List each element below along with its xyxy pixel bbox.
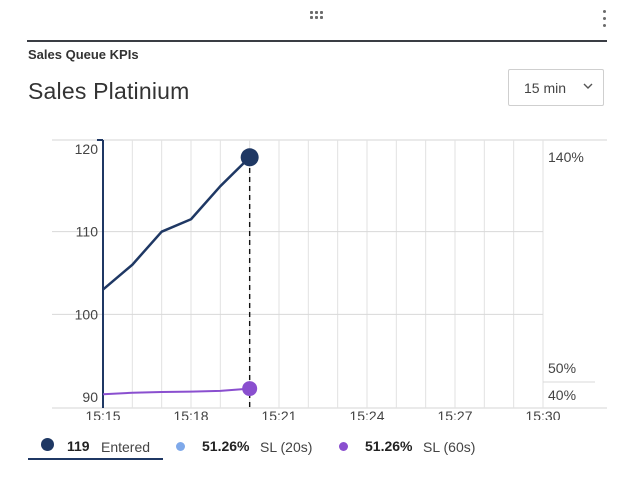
x-tick-label: 15:21 [261, 408, 296, 420]
interval-dropdown[interactable]: 15 min [508, 69, 604, 106]
drag-handle-icon[interactable] [310, 11, 326, 23]
y-left-tick-label: 90 [82, 389, 98, 405]
kpi-line-chart: 90 100 110 120 40% 50% 140% 15:15 15:18 15:21 15:2… [52, 139, 607, 420]
legend-value-entered: 119 [67, 438, 90, 454]
x-tick-label: 15:15 [85, 408, 120, 420]
legend-label-sl20: SL (20s) [260, 439, 313, 455]
y-left-tick-label: 120 [75, 141, 99, 157]
legend-item-sl20[interactable]: 51.26% SL (20s) [172, 430, 322, 458]
x-tick-label: 15:18 [173, 408, 208, 420]
legend-label-entered: Entered [101, 439, 151, 455]
series-marker-sl60 [242, 381, 258, 397]
x-tick-label: 15:27 [437, 408, 472, 420]
legend-label-sl60: SL (60s) [423, 439, 476, 455]
series-marker-entered [240, 148, 259, 167]
header-divider [27, 40, 607, 42]
series-line-entered [102, 156, 251, 291]
legend-value-sl60: 51.26% [365, 438, 413, 454]
series-line-sl60 [102, 387, 250, 396]
legend-item-sl60[interactable]: 51.26% SL (60s) [334, 430, 484, 458]
chart-legend: 119 Entered 51.26% SL (20s) 51.26% SL (6… [0, 430, 638, 460]
widget-title: Sales Platinium [28, 78, 190, 104]
y-left-tick-label: 100 [75, 306, 99, 322]
more-options-icon[interactable] [601, 9, 609, 29]
legend-value-sl20: 51.26% [202, 438, 250, 454]
x-tick-label: 15:24 [349, 408, 384, 420]
y-right-tick-label: 140% [548, 149, 584, 165]
x-tick-label: 15:30 [525, 408, 560, 420]
y-right-tick-label: 50% [548, 360, 576, 376]
y-left-tick-label: 110 [76, 224, 99, 240]
legend-dot-sl60 [339, 442, 348, 451]
chevron-down-icon [583, 83, 593, 89]
section-title: Sales Queue KPIs [28, 47, 139, 62]
legend-dot-sl20 [176, 442, 185, 451]
legend-item-entered[interactable]: 119 Entered [28, 430, 163, 460]
legend-dot-entered [41, 438, 54, 451]
y-right-tick-label: 40% [548, 387, 576, 403]
interval-label: 15 min [524, 80, 567, 96]
